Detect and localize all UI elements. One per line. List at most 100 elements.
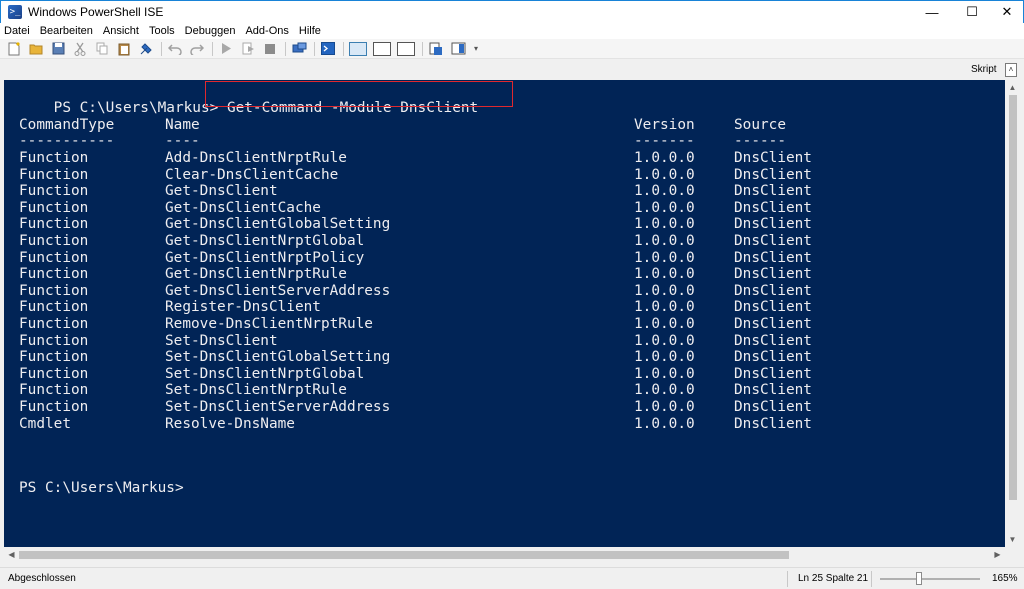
col-version: ------- <box>634 133 695 149</box>
run-script-icon[interactable] <box>218 41 234 57</box>
col-version: 1.0.0.0 <box>634 365 695 382</box>
col-commandtype: CommandType <box>19 117 115 133</box>
col-commandtype: ----------- <box>19 133 115 149</box>
col-name: Remove-DnsClientNrptRule <box>165 316 373 332</box>
col-version: 1.0.0.0 <box>634 233 695 249</box>
status-text: Abgeschlossen <box>8 573 76 584</box>
menu-datei[interactable]: Datei <box>4 25 30 37</box>
show-addon-icon[interactable] <box>450 41 466 57</box>
clear-console-icon[interactable] <box>138 41 154 57</box>
col-name: Set-DnsClientServerAddress <box>165 399 391 415</box>
col-version: 1.0.0.0 <box>634 266 695 283</box>
col-commandtype: Function <box>19 216 89 233</box>
col-commandtype: Function <box>19 316 89 332</box>
chevron-up-icon[interactable]: ˄ <box>1005 63 1017 77</box>
zoom-slider-track[interactable] <box>880 578 980 580</box>
remote-powershell-icon[interactable] <box>291 41 307 57</box>
col-commandtype: Function <box>19 233 89 249</box>
cursor-position: Ln 25 Spalte 21 <box>798 573 869 584</box>
copy-icon[interactable] <box>94 41 110 57</box>
undo-icon[interactable] <box>167 41 183 57</box>
col-source: DnsClient <box>734 316 812 332</box>
col-commandtype: Function <box>19 282 89 299</box>
col-version: 1.0.0.0 <box>634 150 695 166</box>
status-bar: Abgeschlossen Ln 25 Spalte 21 165% <box>0 567 1024 589</box>
col-commandtype: Function <box>19 349 89 366</box>
stop-icon[interactable] <box>262 41 278 57</box>
final-prompt[interactable]: PS C:\Users\Markus> <box>19 480 184 496</box>
scroll-right-icon[interactable]: ▶ <box>990 547 1005 562</box>
col-version: 1.0.0.0 <box>634 282 695 299</box>
title-bar: >_ Windows PowerShell ISE — ☐ ✕ <box>0 0 1024 23</box>
open-folder-icon[interactable] <box>28 41 44 57</box>
col-commandtype: Function <box>19 332 89 349</box>
col-name: Name <box>165 117 200 133</box>
menu-hilfe[interactable]: Hilfe <box>299 25 321 37</box>
redo-icon[interactable] <box>189 41 205 57</box>
col-source: DnsClient <box>734 332 812 349</box>
col-source: DnsClient <box>734 299 812 316</box>
menu-debuggen[interactable]: Debuggen <box>185 25 236 37</box>
toolbar-overflow-icon[interactable]: ▾ <box>472 41 480 57</box>
col-commandtype: Cmdlet <box>19 415 71 432</box>
vertical-scroll-thumb[interactable] <box>1009 95 1017 500</box>
layout-max-icon[interactable] <box>397 41 415 56</box>
command-highlight-box <box>205 81 513 107</box>
menu-bearbeiten[interactable]: Bearbeiten <box>40 25 93 37</box>
toolbar: ▾ <box>0 39 1024 59</box>
menu-add-ons[interactable]: Add-Ons <box>245 25 288 37</box>
col-version: 1.0.0.0 <box>634 199 695 216</box>
col-commandtype: Function <box>19 382 89 399</box>
col-source: DnsClient <box>734 415 812 432</box>
script-pane-label[interactable]: Skript <box>971 64 997 75</box>
col-version: 1.0.0.0 <box>634 349 695 366</box>
col-source: DnsClient <box>734 216 812 233</box>
col-version: 1.0.0.0 <box>634 332 695 349</box>
toolbar-separator <box>422 41 423 56</box>
col-source: DnsClient <box>734 183 812 200</box>
scroll-down-icon[interactable]: ▼ <box>1005 532 1020 547</box>
status-divider <box>787 571 788 587</box>
col-name: Set-DnsClientGlobalSetting <box>165 349 391 366</box>
scroll-left-icon[interactable]: ◀ <box>4 547 19 562</box>
run-selection-icon[interactable] <box>240 41 256 57</box>
col-name: ---- <box>165 133 200 149</box>
col-version: 1.0.0.0 <box>634 399 695 415</box>
powershell-icon: >_ <box>8 5 22 19</box>
script-pane-header: Skript ˄ <box>0 60 1024 80</box>
col-source: DnsClient <box>734 399 812 415</box>
toolbar-separator <box>161 41 162 56</box>
menu-ansicht[interactable]: Ansicht <box>103 25 139 37</box>
paste-icon[interactable] <box>116 41 132 57</box>
new-file-icon[interactable] <box>6 41 22 57</box>
zoom-slider-thumb[interactable] <box>916 572 922 585</box>
horizontal-scroll-thumb[interactable] <box>19 551 789 559</box>
close-button[interactable]: ✕ <box>989 1 1024 23</box>
col-commandtype: Function <box>19 150 89 166</box>
menu-bar: Datei Bearbeiten Ansicht Tools Debuggen … <box>0 23 1024 39</box>
show-command-icon[interactable] <box>428 41 444 57</box>
col-commandtype: Function <box>19 399 89 415</box>
layout-right-icon[interactable] <box>373 41 391 56</box>
col-commandtype: Function <box>19 365 89 382</box>
col-commandtype: Function <box>19 249 89 266</box>
cut-icon[interactable] <box>72 41 88 57</box>
col-version: 1.0.0.0 <box>634 166 695 183</box>
col-name: Resolve-DnsName <box>165 415 295 432</box>
powershell-console-icon[interactable] <box>320 41 336 57</box>
col-source: Source <box>734 117 786 133</box>
menu-tools[interactable]: Tools <box>149 25 175 37</box>
console-pane[interactable]: PS C:\Users\Markus> Get-Command -Module … <box>4 80 1005 547</box>
toolbar-separator <box>343 41 344 56</box>
save-icon[interactable] <box>50 41 66 57</box>
col-commandtype: Function <box>19 199 89 216</box>
layout-top-icon[interactable] <box>349 41 367 56</box>
vertical-scrollbar[interactable]: ▲ ▼ <box>1005 80 1020 547</box>
horizontal-scrollbar[interactable]: ◀ ▶ <box>4 547 1005 562</box>
col-source: DnsClient <box>734 233 812 249</box>
scroll-up-icon[interactable]: ▲ <box>1005 80 1020 95</box>
col-name: Get-DnsClientNrptPolicy <box>165 249 365 266</box>
col-commandtype: Function <box>19 299 89 316</box>
col-version: 1.0.0.0 <box>634 316 695 332</box>
col-name: Register-DnsClient <box>165 299 321 316</box>
